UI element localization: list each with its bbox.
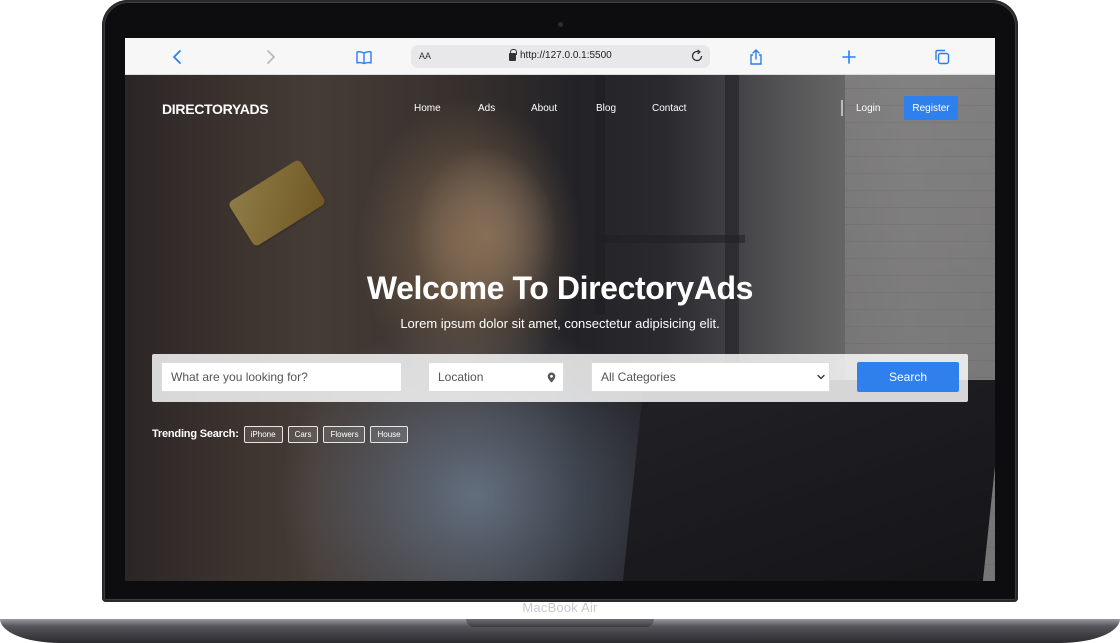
search-button[interactable]: Search: [857, 362, 959, 392]
nav-about[interactable]: About: [531, 103, 557, 114]
login-link[interactable]: Login: [856, 103, 880, 114]
address-bar[interactable]: AA http://127.0.0.1:5500: [411, 45, 710, 68]
location-input[interactable]: Location: [428, 362, 564, 392]
trending-search: Trending Search: iPhone Cars Flowers Hou…: [152, 424, 408, 444]
new-tab-icon[interactable]: [837, 45, 861, 69]
tabs-icon[interactable]: [930, 45, 954, 69]
bookmarks-icon[interactable]: [352, 45, 376, 69]
reload-icon[interactable]: [690, 49, 704, 63]
trending-tag-flowers[interactable]: Flowers: [323, 425, 366, 443]
page: AA http://127.0.0.1:5500 DIRECTORYADS Ho…: [0, 0, 1120, 643]
chevron-down-icon: [817, 374, 825, 380]
register-button[interactable]: Register: [904, 96, 958, 120]
location-input-placeholder: Location: [438, 370, 484, 384]
camera-icon: [558, 22, 563, 27]
trending-tag-cars[interactable]: Cars: [287, 425, 319, 443]
search-input-placeholder: What are you looking for?: [171, 370, 308, 384]
forward-icon[interactable]: [258, 45, 282, 69]
trending-tag-iphone[interactable]: iPhone: [243, 425, 283, 443]
text-size-button[interactable]: AA: [419, 51, 431, 61]
hero-title: Welcome To DirectoryAds: [366, 270, 754, 306]
nav-blog[interactable]: Blog: [596, 103, 616, 114]
map-pin-icon: [547, 372, 556, 383]
hero-subtitle: Lorem ipsum dolor sit amet, consectetur …: [400, 316, 720, 331]
browser-toolbar: AA http://127.0.0.1:5500: [125, 38, 995, 75]
laptop-screen: AA http://127.0.0.1:5500 DIRECTORYADS Ho…: [125, 38, 995, 581]
trending-tag-house[interactable]: House: [370, 425, 408, 443]
category-select[interactable]: All Categories: [591, 362, 830, 392]
nav-contact[interactable]: Contact: [652, 103, 686, 114]
url-display[interactable]: http://127.0.0.1:5500: [509, 48, 612, 61]
site-logo[interactable]: DIRECTORYADS: [162, 101, 269, 117]
search-panel: What are you looking for? Location All C…: [152, 354, 968, 402]
device-label: MacBook Air: [522, 600, 598, 615]
trending-label: Trending Search:: [152, 428, 239, 440]
nav-home[interactable]: Home: [414, 103, 441, 114]
back-icon[interactable]: [166, 45, 190, 69]
nav-divider: [841, 100, 843, 116]
category-select-value: All Categories: [601, 370, 676, 384]
search-input[interactable]: What are you looking for?: [161, 362, 402, 392]
share-icon[interactable]: [744, 45, 768, 69]
lock-icon: [509, 48, 517, 61]
laptop-base-notch: [466, 619, 654, 627]
hero-section: DIRECTORYADS Home Ads About Blog Contact…: [125, 75, 995, 581]
url-text: http://127.0.0.1:5500: [520, 50, 612, 61]
nav-ads[interactable]: Ads: [478, 103, 495, 114]
